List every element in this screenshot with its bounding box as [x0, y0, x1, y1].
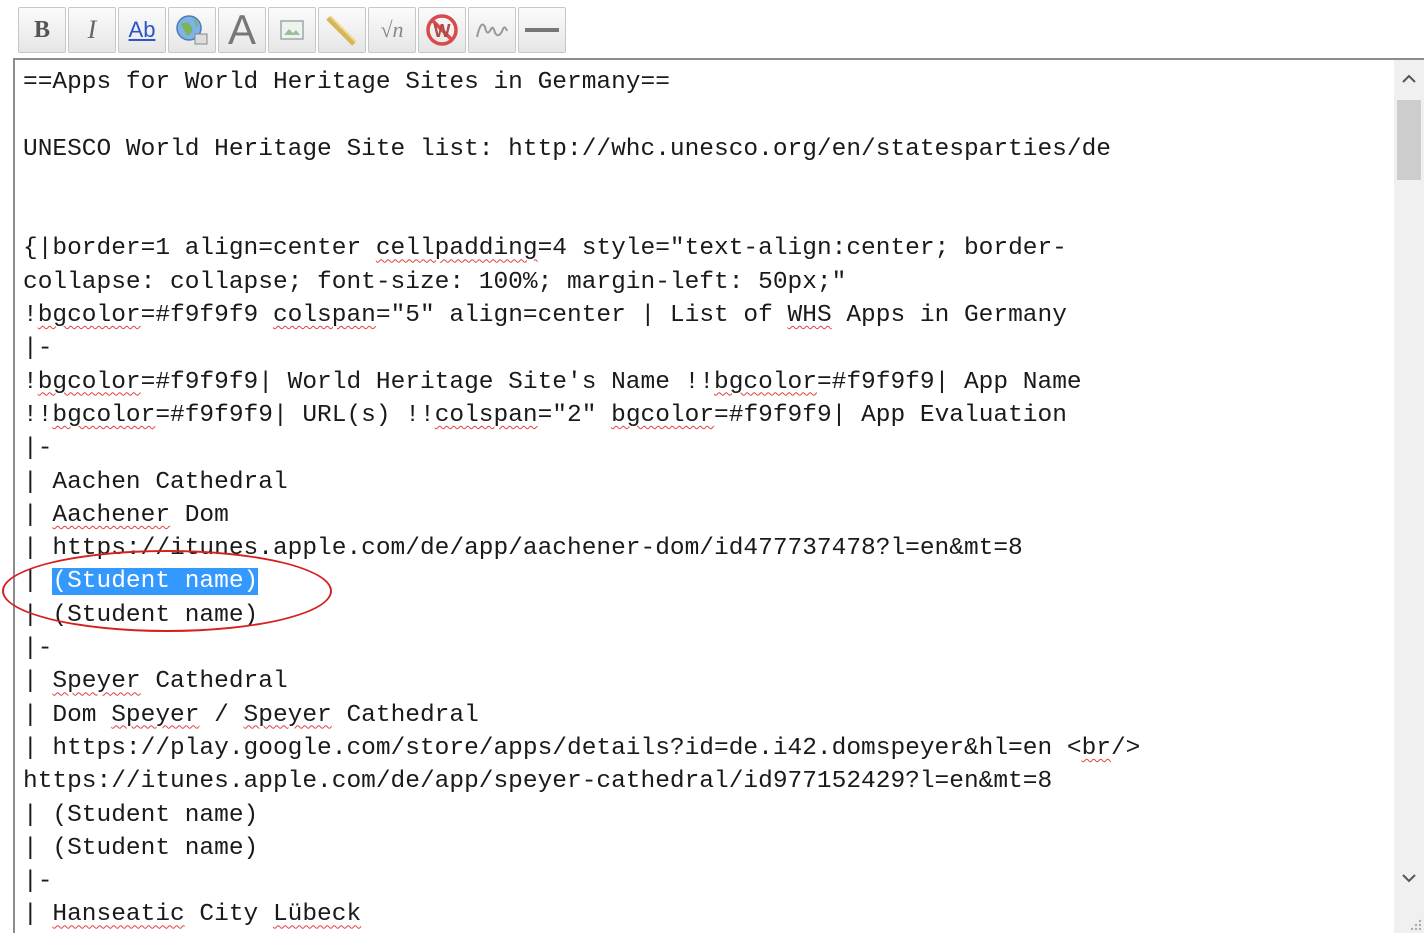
misspelled-word: bgcolor [52, 401, 156, 429]
media-icon [326, 15, 357, 46]
headline-button[interactable]: A [218, 7, 266, 53]
misspelled-word: bgcolor [37, 368, 141, 396]
editor-line: | (Student name) [23, 801, 259, 829]
vertical-scrollbar[interactable] [1394, 60, 1424, 933]
signature-button[interactable] [468, 7, 516, 53]
misspelled-word: bgcolor [611, 401, 715, 429]
editor-line: !bgcolor=#f9f9f9 colspan="5" align=cente… [23, 302, 1067, 330]
scroll-down-button[interactable] [1394, 861, 1424, 895]
edit-toolbar: B I Ab A √n W [18, 6, 566, 54]
editor-line: | Hanseatic City Lübeck [23, 901, 362, 929]
image-icon [280, 20, 304, 40]
horizontal-line-icon [525, 28, 559, 32]
bold-icon: B [33, 16, 50, 43]
italic-icon: I [87, 15, 97, 44]
misspelled-word: Speyer [111, 701, 200, 729]
misspelled-word: colspan [272, 302, 376, 330]
math-icon: √n [380, 17, 404, 42]
bold-button[interactable]: B [18, 7, 66, 53]
misspelled-word: Hanseatic [52, 901, 185, 929]
horizontal-line-button[interactable] [518, 7, 566, 53]
embedded-file-button[interactable] [268, 7, 316, 53]
scroll-thumb[interactable] [1397, 100, 1421, 180]
italic-button[interactable]: I [68, 7, 116, 53]
wikitext-editor[interactable]: ==Apps for World Heritage Sites in Germa… [13, 58, 1424, 933]
editor-line: | (Student name) [23, 601, 259, 629]
misspelled-word: colspan [434, 401, 538, 429]
internal-link-icon: Ab [128, 17, 156, 42]
editor-line: https://itunes.apple.com/de/app/speyer-c… [23, 768, 1053, 796]
misspelled-word: WHS [787, 302, 832, 330]
resize-grip-icon[interactable] [1408, 917, 1422, 931]
editor-line: |- [23, 635, 53, 663]
svg-text:W: W [434, 21, 451, 41]
editor-line: collapse: collapse; font-size: 100%; mar… [23, 268, 847, 296]
misspelled-word: bgcolor [37, 302, 141, 330]
editor-line: |- [23, 868, 53, 896]
editor-line: | (Student name) [23, 834, 259, 862]
nowiki-icon: W [426, 14, 458, 46]
editor-line: !bgcolor=#f9f9f9| World Heritage Site's … [23, 368, 1082, 396]
selected-text[interactable]: (Student name) [52, 568, 259, 596]
misspelled-word: cellpadding [375, 235, 538, 263]
misspelled-word: bgcolor [714, 368, 817, 396]
scroll-up-button[interactable] [1394, 62, 1424, 96]
editor-line: | Dom Speyer / Speyer Cathedral [23, 701, 479, 729]
misspelled-word: Aachener [52, 501, 171, 529]
headline-icon: A [227, 6, 256, 53]
editor-line: ==Apps for World Heritage Sites in Germa… [23, 69, 670, 96]
editor-line: {|border=1 align=center cellpadding=4 st… [23, 235, 1067, 263]
globe-link-icon [176, 15, 208, 45]
editor-text[interactable]: ==Apps for World Heritage Sites in Germa… [23, 66, 1383, 932]
editor-line: | Aachen Cathedral [23, 468, 288, 496]
misspelled-word: br [1081, 734, 1111, 762]
editor-line: | https://play.google.com/store/apps/det… [23, 734, 1141, 762]
math-formula-button[interactable]: √n [368, 7, 416, 53]
editor-line: |- [23, 435, 53, 463]
editor-line: | https://itunes.apple.com/de/app/aachen… [23, 535, 1023, 563]
editor-line: UNESCO World Heritage Site list: http://… [23, 135, 1111, 163]
chevron-down-icon [1402, 874, 1416, 883]
internal-link-button[interactable]: Ab [118, 7, 166, 53]
editor-line: | Speyer Cathedral [23, 668, 288, 696]
misspelled-word: Lübeck [272, 901, 362, 929]
nowiki-button[interactable]: W [418, 7, 466, 53]
signature-icon [476, 23, 508, 38]
editor-line: |- [23, 335, 53, 363]
misspelled-word: Speyer [52, 668, 141, 696]
chevron-up-icon [1402, 74, 1416, 83]
misspelled-word: Speyer [243, 701, 332, 729]
editor-line: | (Student name) [23, 568, 259, 596]
external-link-button[interactable] [168, 7, 216, 53]
editor-line: | Aachener Dom [23, 501, 229, 529]
editor-line: !!bgcolor=#f9f9f9| URL(s) !!colspan="2" … [23, 401, 1067, 429]
media-file-button[interactable] [318, 7, 366, 53]
